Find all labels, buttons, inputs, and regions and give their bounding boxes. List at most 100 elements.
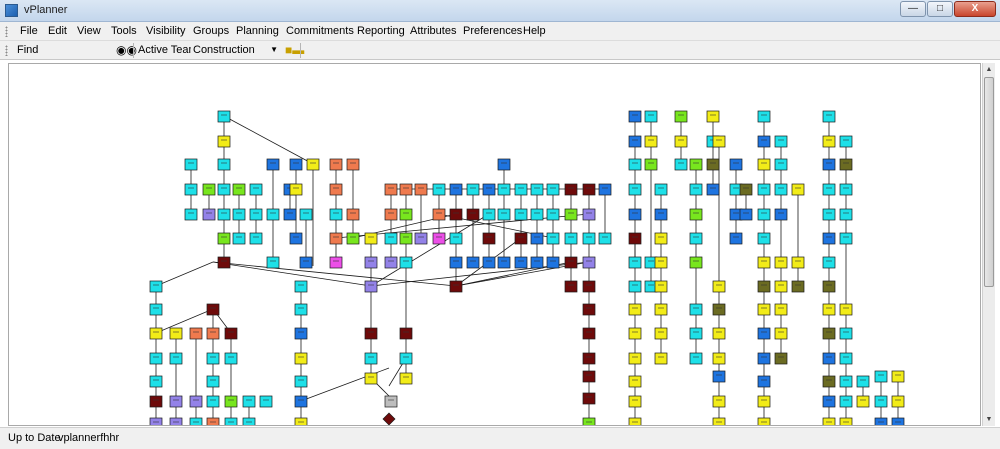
menu-preferences[interactable]: Preferences [463,25,522,37]
activity-node[interactable] [822,395,836,408]
vertical-scrollbar[interactable]: ▲ ▼ [982,63,995,426]
activity-node[interactable] [689,256,703,269]
activity-node[interactable] [774,158,788,171]
activity-node[interactable] [329,158,343,171]
activity-node[interactable] [546,183,560,196]
activity-node[interactable] [149,395,163,408]
activity-node[interactable] [249,232,263,245]
activity-node[interactable] [689,208,703,221]
chevron-down-icon[interactable]: ▼ [270,45,278,54]
activity-node[interactable] [232,208,246,221]
activity-node[interactable] [791,183,805,196]
activity-node[interactable] [874,370,888,383]
activity-node[interactable] [774,135,788,148]
activity-node[interactable] [712,303,726,316]
activity-node[interactable] [497,208,511,221]
activity-node[interactable] [706,183,720,196]
activity-node[interactable] [757,352,771,365]
activity-node[interactable] [757,395,771,408]
activity-node[interactable] [384,232,398,245]
activity-node[interactable] [449,256,463,269]
activity-node[interactable] [582,370,596,383]
active-team-select[interactable]: Construction ▼ [191,42,280,58]
activity-node[interactable] [546,208,560,221]
scroll-thumb[interactable] [984,77,994,287]
activity-node[interactable] [822,375,836,388]
activity-node[interactable] [791,256,805,269]
activity-node[interactable] [689,158,703,171]
activity-node[interactable] [628,280,642,293]
menu-edit[interactable]: Edit [48,25,67,37]
activity-node[interactable] [217,256,231,269]
activity-node[interactable] [466,183,480,196]
activity-node[interactable] [644,110,658,123]
activity-node[interactable] [582,256,596,269]
activity-node[interactable] [839,327,853,340]
activity-node[interactable] [482,232,496,245]
activity-node[interactable] [582,280,596,293]
network-graph[interactable] [9,64,981,426]
activity-node[interactable] [206,375,220,388]
activity-node[interactable] [654,232,668,245]
activity-node[interactable] [217,158,231,171]
activity-node[interactable] [654,352,668,365]
activity-node[interactable] [266,208,280,221]
activity-node[interactable] [169,327,183,340]
network-canvas[interactable] [8,63,981,426]
activity-node[interactable] [891,370,905,383]
activity-node[interactable] [149,303,163,316]
activity-node[interactable] [564,280,578,293]
activity-node[interactable] [466,256,480,269]
find-input[interactable] [40,43,112,57]
activity-node[interactable] [564,183,578,196]
activity-node[interactable] [217,135,231,148]
activity-node[interactable] [384,256,398,269]
activity-node[interactable] [706,110,720,123]
activity-node[interactable] [774,352,788,365]
activity-node[interactable] [712,135,726,148]
activity-node[interactable] [822,135,836,148]
activity-node[interactable] [364,327,378,340]
activity-node[interactable] [217,208,231,221]
activity-node[interactable] [530,232,544,245]
activity-node[interactable] [582,183,596,196]
activity-node[interactable] [689,183,703,196]
minimize-button[interactable]: — [900,1,926,17]
activity-node[interactable] [206,395,220,408]
activity-node[interactable] [449,208,463,221]
activity-node[interactable] [839,352,853,365]
activity-node[interactable] [689,232,703,245]
activity-node[interactable] [217,232,231,245]
activity-node[interactable] [644,158,658,171]
activity-node[interactable] [712,370,726,383]
activity-node[interactable] [582,392,596,405]
activity-node[interactable] [449,183,463,196]
activity-node[interactable] [757,183,771,196]
activity-node[interactable] [774,183,788,196]
activity-node[interactable] [399,372,413,385]
scroll-down-icon[interactable]: ▼ [983,413,995,426]
activity-node[interactable] [706,158,720,171]
activity-node[interactable] [757,208,771,221]
activity-node[interactable] [628,183,642,196]
maximize-button[interactable]: □ [927,1,953,17]
activity-node[interactable] [530,183,544,196]
activity-node[interactable] [839,375,853,388]
activity-node[interactable] [598,183,612,196]
activity-node[interactable] [674,135,688,148]
activity-node[interactable] [674,110,688,123]
activity-node[interactable] [822,352,836,365]
activity-node[interactable] [514,208,528,221]
activity-node[interactable] [482,208,496,221]
activity-node[interactable] [644,135,658,148]
activity-node[interactable] [530,208,544,221]
menu-view[interactable]: View [77,25,101,37]
activity-node[interactable] [856,395,870,408]
activity-node[interactable] [329,232,343,245]
activity-node[interactable] [839,208,853,221]
activity-node[interactable] [249,183,263,196]
activity-node[interactable] [839,135,853,148]
activity-node[interactable] [149,375,163,388]
activity-node[interactable] [289,232,303,245]
activity-node[interactable] [628,208,642,221]
